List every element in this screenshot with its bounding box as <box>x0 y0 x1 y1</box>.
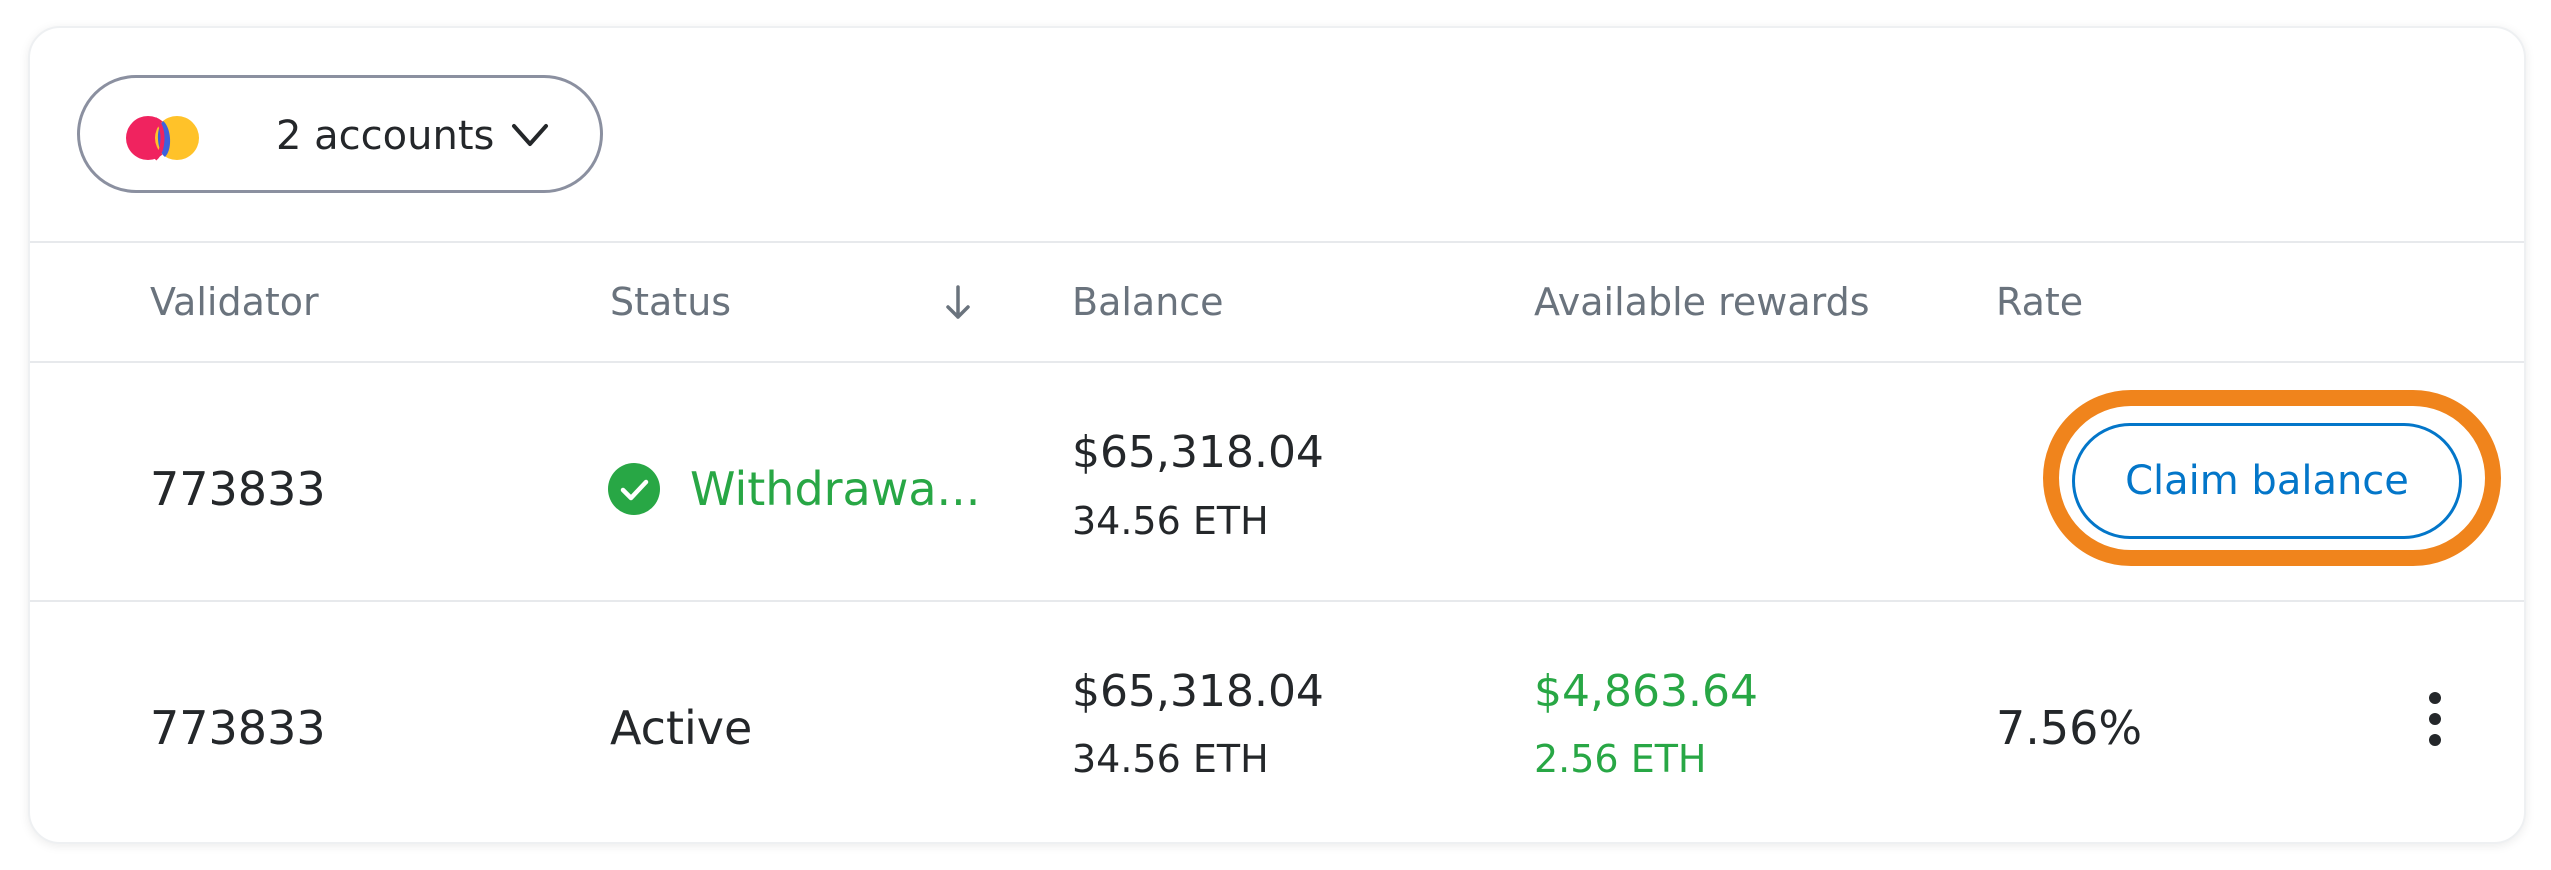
status-cell: Withdrawa... <box>608 460 980 518</box>
divider <box>30 361 2524 363</box>
validator-id: 773833 <box>150 701 326 755</box>
balance-usd: $65,318.04 <box>1072 666 1324 717</box>
validators-card: 2 accounts Validator Status Balance Avai… <box>28 26 2526 844</box>
chevron-down-icon <box>512 124 548 146</box>
status-label: Active <box>610 701 753 755</box>
header-balance[interactable]: Balance <box>1072 277 1224 327</box>
divider <box>30 241 2524 243</box>
more-vertical-icon[interactable] <box>2425 690 2445 748</box>
accounts-avatars-icon <box>126 116 199 161</box>
header-validator[interactable]: Validator <box>150 277 319 327</box>
header-rate[interactable]: Rate <box>1996 277 2083 327</box>
balance-eth: 34.56 ETH <box>1072 499 1269 543</box>
rewards-eth: 2.56 ETH <box>1534 737 1707 781</box>
status-label: Withdrawa... <box>690 462 981 516</box>
balance-eth: 34.56 ETH <box>1072 737 1269 781</box>
divider <box>30 600 2524 602</box>
header-status[interactable]: Status <box>610 277 731 327</box>
validator-id: 773833 <box>150 462 326 516</box>
arrow-down-icon[interactable] <box>940 283 976 323</box>
claim-balance-button[interactable]: Claim balance <box>2072 423 2462 539</box>
balance-usd: $65,318.04 <box>1072 427 1324 478</box>
rate-value: 7.56% <box>1996 701 2143 755</box>
accounts-selector[interactable]: 2 accounts <box>77 75 603 193</box>
check-circle-icon <box>608 463 660 515</box>
header-available-rewards[interactable]: Available rewards <box>1534 277 1870 327</box>
accounts-label: 2 accounts <box>276 113 495 159</box>
rewards-usd: $4,863.64 <box>1534 666 1758 717</box>
